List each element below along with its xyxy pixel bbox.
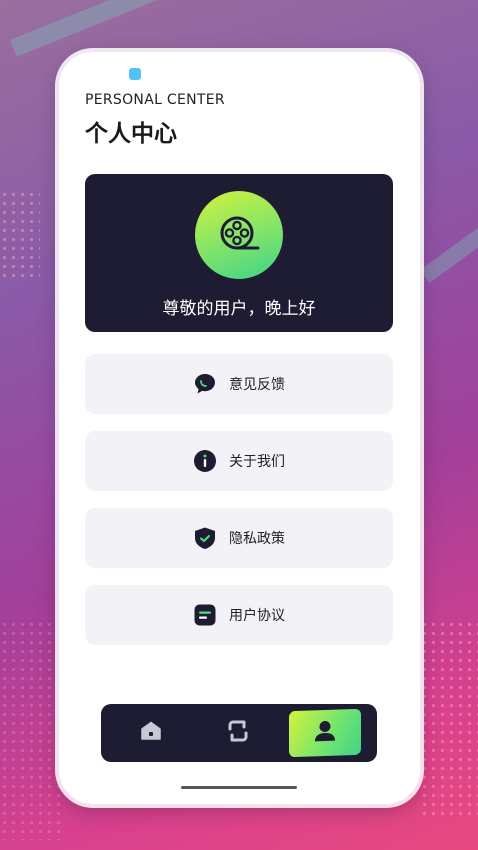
bottom-tab-bar bbox=[101, 704, 377, 762]
document-icon bbox=[193, 603, 217, 627]
page-title: 个人中心 bbox=[85, 121, 177, 147]
menu-item-privacy-policy[interactable]: 隐私政策 bbox=[85, 508, 393, 568]
menu-item-feedback[interactable]: 意见反馈 bbox=[85, 354, 393, 414]
background-stripe bbox=[420, 217, 478, 283]
film-reel-icon bbox=[195, 191, 283, 279]
greeting-card: 尊敬的用户，晚上好 bbox=[85, 174, 393, 332]
background-dots bbox=[420, 620, 478, 820]
home-icon bbox=[140, 720, 162, 746]
menu-item-label: 关于我们 bbox=[229, 454, 285, 470]
page-eyebrow: PERSONAL CENTER bbox=[85, 92, 225, 108]
tab-home[interactable] bbox=[116, 704, 186, 762]
background-dots bbox=[0, 620, 60, 840]
chat-bubble-icon bbox=[193, 372, 217, 396]
status-bar-app-icon bbox=[129, 68, 141, 80]
user-icon bbox=[312, 718, 338, 749]
tab-exchange[interactable] bbox=[203, 704, 273, 762]
tab-profile[interactable] bbox=[289, 708, 361, 758]
menu-item-label: 意见反馈 bbox=[229, 377, 285, 393]
menu-item-label: 隐私政策 bbox=[229, 531, 285, 547]
menu-item-user-agreement[interactable]: 用户协议 bbox=[85, 585, 393, 645]
info-icon bbox=[193, 449, 217, 473]
shield-icon bbox=[193, 526, 217, 550]
background-dots bbox=[0, 190, 40, 280]
home-indicator[interactable] bbox=[181, 786, 297, 789]
menu-item-label: 用户协议 bbox=[229, 608, 285, 624]
menu-item-about-us[interactable]: 关于我们 bbox=[85, 431, 393, 491]
greeting-text: 尊敬的用户，晚上好 bbox=[162, 299, 316, 319]
exchange-icon bbox=[226, 719, 250, 747]
background-stripe bbox=[10, 0, 212, 57]
phone-screen: PERSONAL CENTER 个人中心 尊敬的用户，晚上好 意见反馈 关于我们… bbox=[59, 52, 420, 804]
